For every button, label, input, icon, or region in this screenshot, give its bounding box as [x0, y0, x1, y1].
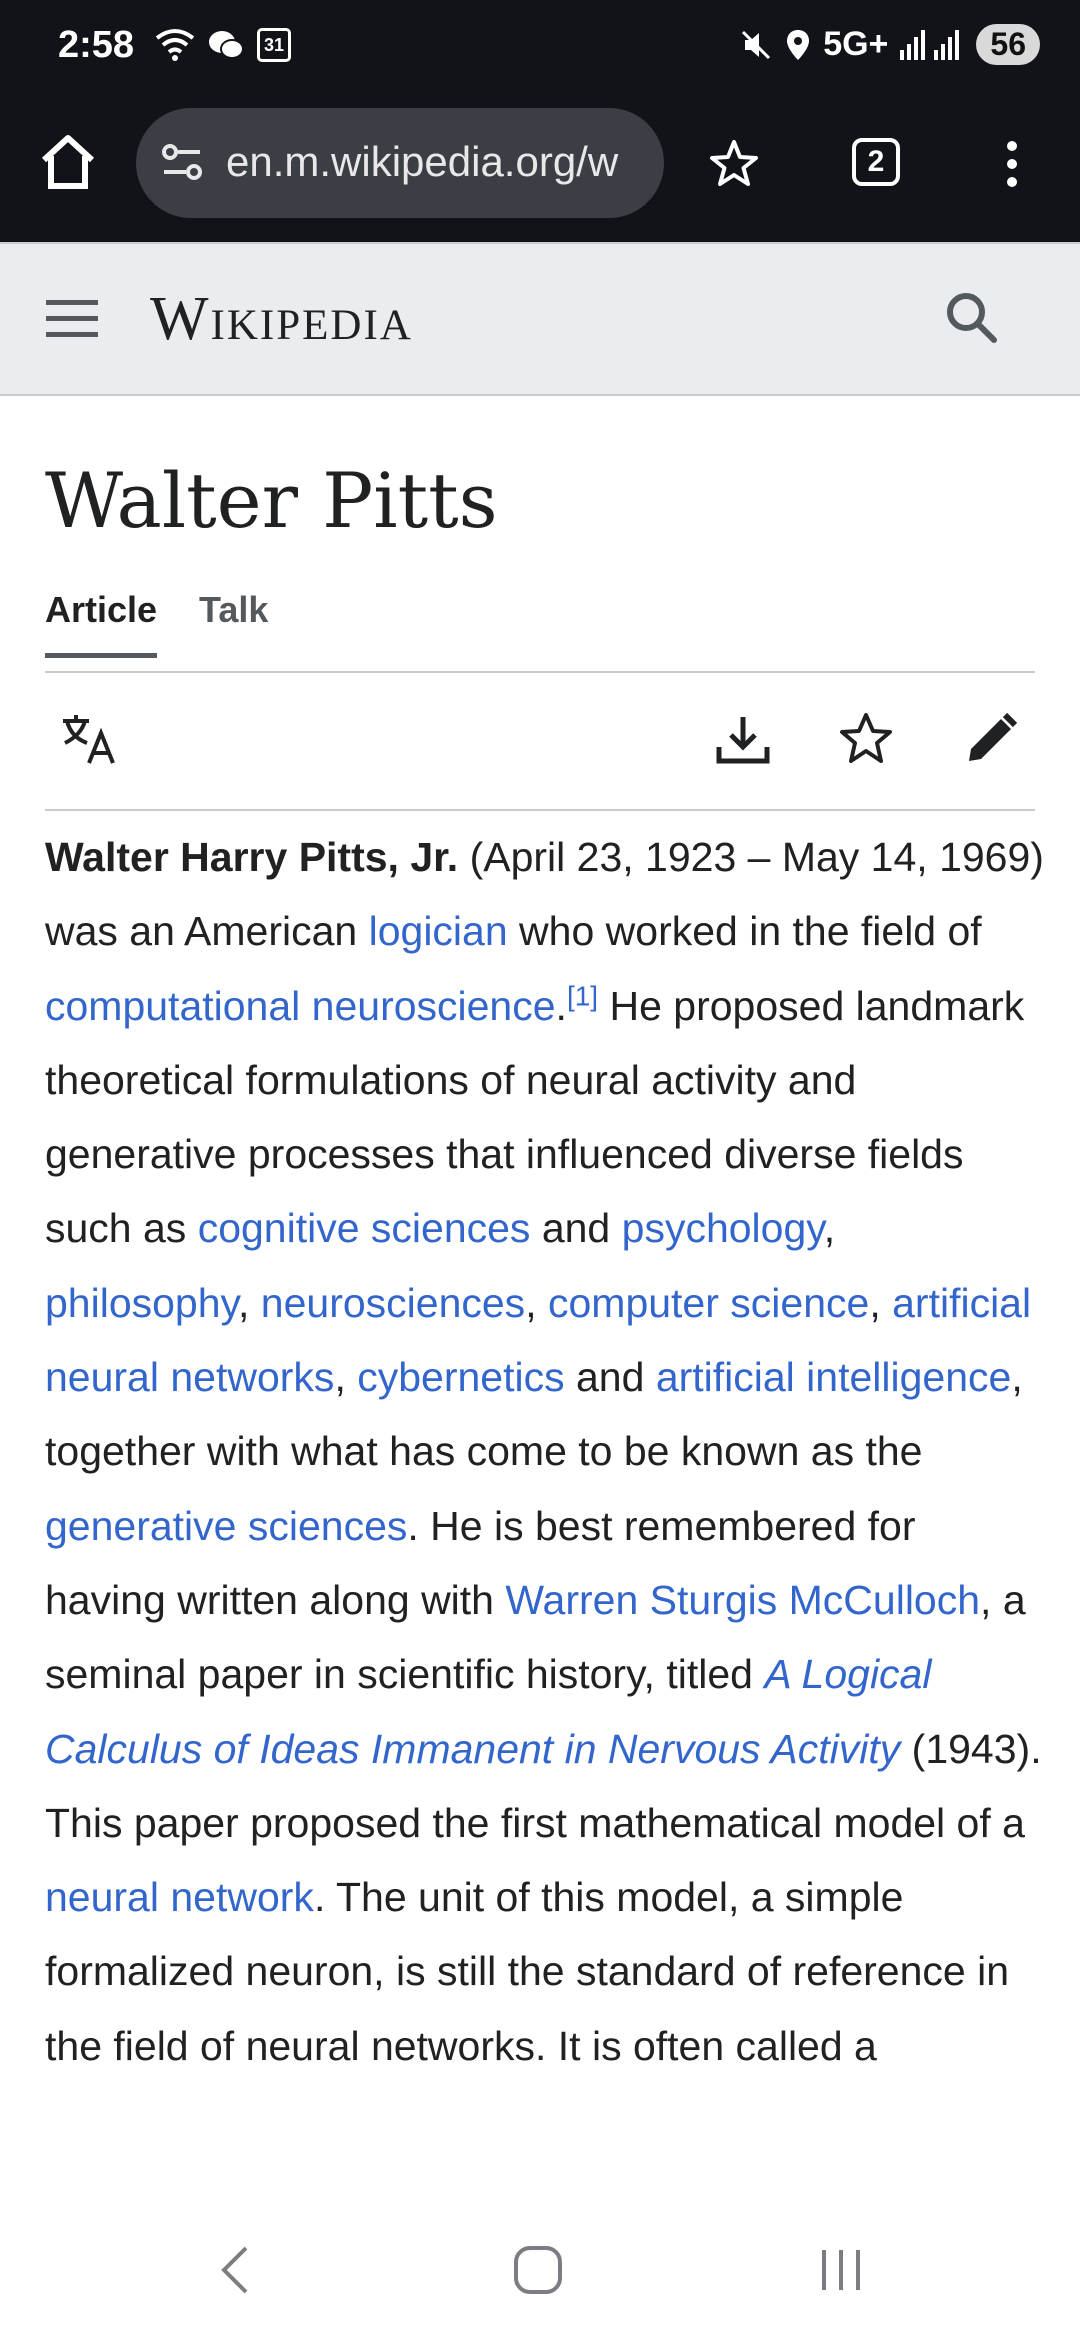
site-settings-icon[interactable] — [160, 142, 204, 182]
text-run: , — [525, 1279, 548, 1326]
status-bar: 2:58 31 5G+ 56 — [0, 0, 1080, 100]
text-run: and — [564, 1354, 656, 1401]
article-link[interactable]: logician — [369, 908, 508, 954]
page-title: Walter Pitts — [45, 456, 498, 545]
text-run: , — [823, 1205, 836, 1252]
main-menu-icon[interactable] — [46, 296, 98, 340]
wifi-icon — [155, 29, 195, 61]
system-nav-bar — [0, 2200, 1080, 2340]
download-icon[interactable] — [715, 711, 771, 767]
tab-switcher-button[interactable]: 2 — [852, 138, 900, 186]
article-link[interactable]: computational neuroscience — [45, 983, 556, 1029]
more-options-icon[interactable] — [1004, 140, 1020, 188]
page-content: Walter Pitts Article Talk — [45, 392, 1035, 811]
status-time: 2:58 — [58, 24, 135, 66]
tab-talk[interactable]: Talk — [199, 589, 268, 653]
wiki-header: Wikipedia — [0, 242, 1080, 396]
text-run: and — [530, 1205, 622, 1252]
browser-toolbar: en.m.wikipedia.org/w 2 — [0, 100, 1080, 242]
article-body: Walter Harry Pitts, Jr. (April 23, 1923 … — [45, 820, 1045, 2200]
citation-link[interactable]: [1] — [567, 981, 598, 1029]
lead-paragraph: Walter Harry Pitts, Jr. (April 23, 1923 … — [45, 820, 1045, 2083]
edit-pencil-icon[interactable] — [963, 711, 1019, 767]
text-run: , — [869, 1279, 893, 1326]
battery-indicator: 56 — [976, 24, 1040, 65]
text-run: who worked in the field of — [507, 908, 982, 955]
bookmark-star-icon[interactable] — [708, 138, 760, 188]
text-run: , — [334, 1354, 358, 1401]
recent-apps-icon[interactable] — [818, 2244, 864, 2296]
text-run: , — [238, 1279, 261, 1326]
article-link[interactable]: artificial intelligence — [656, 1354, 1012, 1400]
address-bar[interactable]: en.m.wikipedia.org/w — [136, 108, 664, 218]
article-link[interactable]: neural network — [45, 1874, 314, 1920]
location-icon — [787, 29, 810, 60]
home-icon[interactable] — [36, 130, 100, 194]
mute-icon — [742, 30, 771, 59]
bold-term: Walter Harry Pitts, Jr. — [45, 834, 459, 880]
home-nav-icon[interactable] — [512, 2244, 564, 2296]
language-icon[interactable] — [59, 711, 119, 767]
article-link[interactable]: generative sciences — [45, 1503, 407, 1549]
search-icon[interactable] — [944, 290, 998, 344]
back-icon[interactable] — [216, 2244, 256, 2296]
tab-article[interactable]: Article — [45, 589, 158, 658]
article-link[interactable]: computer science — [548, 1280, 869, 1326]
text-run: . — [555, 982, 567, 1029]
wechat-icon — [209, 31, 244, 59]
network-type: 5G+ — [823, 25, 889, 63]
article-link[interactable]: neurosciences — [261, 1280, 525, 1326]
article-link[interactable]: Warren Sturgis McCulloch — [505, 1577, 980, 1623]
article-link[interactable]: cybernetics — [357, 1354, 564, 1400]
page-actions — [45, 673, 1035, 811]
signal-icon — [900, 29, 960, 60]
wikipedia-wordmark[interactable]: Wikipedia — [150, 284, 413, 355]
article-link[interactable]: psychology — [622, 1205, 824, 1251]
article-link[interactable]: cognitive sciences — [198, 1205, 531, 1251]
page-tabs: Article Talk — [45, 589, 1035, 673]
watch-star-icon[interactable] — [838, 711, 894, 767]
article-link[interactable]: philosophy — [45, 1280, 238, 1326]
calendar-icon: 31 — [257, 28, 291, 62]
url-text: en.m.wikipedia.org/w — [226, 138, 619, 185]
